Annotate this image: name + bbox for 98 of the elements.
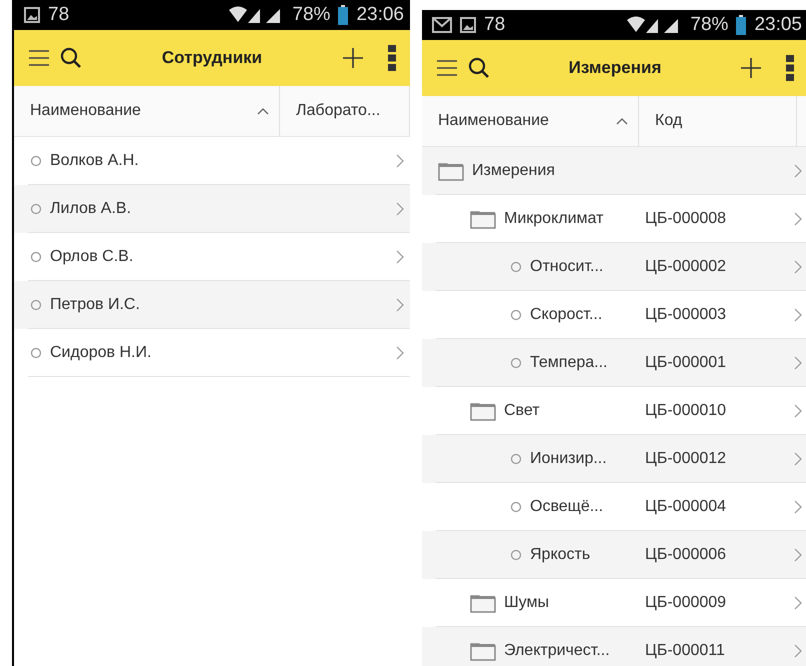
screen-title: Сотрудники [160, 48, 264, 68]
row-name: Волков А.Н. [50, 152, 139, 170]
list-row[interactable]: Ионизир... [422, 435, 639, 483]
chevron-right-icon[interactable] [396, 250, 404, 264]
chevron-right-icon[interactable] [794, 596, 802, 610]
folder-icon [470, 401, 496, 421]
more-icon[interactable] [388, 45, 396, 71]
folder-icon [470, 641, 496, 661]
circle-icon [30, 155, 42, 167]
battery-percent: 78% [690, 13, 728, 37]
list-row[interactable]: Сидоров Н.И. [14, 329, 380, 377]
circle-icon [30, 299, 42, 311]
chevron-right-icon[interactable] [794, 452, 802, 466]
code-cell-text: ЦБ-000003 [644, 305, 728, 325]
row-name: Микроклимат [504, 210, 604, 228]
list-row[interactable]: Темпера... [422, 339, 639, 387]
chevron-right-icon[interactable] [794, 356, 802, 370]
list-row[interactable]: Относит... [422, 243, 639, 291]
column-header[interactable]: Наименование [14, 86, 280, 136]
circle-icon [510, 501, 522, 513]
code-cell-text: ЦБ-000011 [644, 641, 726, 661]
code-cell-text: ЦБ-000009 [644, 593, 728, 613]
search-icon[interactable] [60, 47, 82, 69]
code-cell-text: ЦБ-000008 [644, 209, 728, 229]
list-row[interactable]: Яркость [422, 531, 639, 579]
row-name: Скорост... [530, 306, 602, 324]
column-header[interactable]: Наименование [422, 96, 639, 146]
column-header[interactable]: Лаборато... [280, 86, 410, 136]
row-name: Ионизир... [530, 450, 607, 468]
notification-count: 78 [48, 3, 70, 27]
row-name: Петров И.С. [50, 296, 140, 314]
column-header[interactable]: Код [639, 96, 797, 146]
chevron-right-icon[interactable] [794, 260, 802, 274]
folder-icon [438, 161, 464, 181]
code-cell-text: ЦБ-000010 [644, 401, 728, 421]
list-row[interactable]: Орлов С.В. [14, 233, 380, 281]
mail-icon [432, 17, 452, 33]
row-name: Сидоров Н.И. [50, 344, 152, 362]
folder-icon [470, 593, 496, 613]
chevron-right-icon[interactable] [396, 202, 404, 216]
circle-icon [30, 251, 42, 263]
circle-icon [30, 203, 42, 215]
code-cell-text: ЦБ-000001 [644, 353, 728, 373]
add-icon[interactable] [740, 57, 762, 79]
code-cell-text: ЦБ-000002 [644, 257, 728, 277]
clock-time: 23:05 [754, 13, 802, 37]
list-row[interactable]: Волков А.Н. [14, 137, 380, 185]
battery-icon [338, 5, 348, 25]
image-icon [24, 7, 40, 23]
chevron-right-icon[interactable] [794, 212, 802, 226]
circle-icon [510, 357, 522, 369]
list-row[interactable]: Электричест... [422, 627, 639, 666]
search-icon[interactable] [468, 57, 490, 79]
chevron-right-icon[interactable] [396, 154, 404, 168]
screen-title: Измерения [568, 58, 662, 78]
add-icon[interactable] [342, 47, 364, 69]
circle-icon [30, 347, 42, 359]
menu-icon[interactable] [28, 49, 50, 67]
chevron-right-icon[interactable] [794, 500, 802, 514]
row-name: Электричест... [504, 642, 610, 660]
menu-icon[interactable] [436, 59, 458, 77]
chevron-right-icon[interactable] [794, 644, 802, 658]
row-name: Шумы [504, 594, 549, 612]
chevron-right-icon[interactable] [794, 548, 802, 562]
row-name: Освещё... [530, 498, 604, 516]
row-name: Лилов А.В. [50, 200, 132, 218]
chevron-right-icon[interactable] [396, 346, 404, 360]
chevron-right-icon[interactable] [794, 404, 802, 418]
row-name: Относит... [530, 258, 604, 276]
sort-caret-icon [257, 107, 269, 115]
row-name: Измерения [472, 162, 555, 180]
list-row[interactable]: Микроклимат [422, 195, 639, 243]
list-row[interactable]: Освещё... [422, 483, 639, 531]
list-row[interactable]: Шумы [422, 579, 639, 627]
battery-icon [736, 15, 746, 35]
image-icon [460, 17, 476, 33]
list-row[interactable]: Скорост... [422, 291, 639, 339]
chevron-right-icon[interactable] [794, 164, 802, 178]
code-cell-text: ЦБ-000006 [644, 545, 728, 565]
circle-icon [510, 261, 522, 273]
chevron-right-icon[interactable] [396, 298, 404, 312]
circle-icon [510, 309, 522, 321]
folder-icon [470, 209, 496, 229]
row-name: Орлов С.В. [50, 248, 134, 266]
row-name: Темпера... [530, 354, 608, 372]
clock-time: 23:06 [356, 3, 404, 27]
circle-icon [510, 549, 522, 561]
more-icon[interactable] [786, 55, 794, 81]
battery-percent: 78% [292, 3, 330, 27]
row-name: Свет [504, 402, 540, 420]
sort-caret-icon [616, 117, 628, 125]
circle-icon [510, 453, 522, 465]
code-cell-text: ЦБ-000004 [644, 497, 728, 517]
row-name: Яркость [530, 546, 590, 564]
chevron-right-icon[interactable] [794, 308, 802, 322]
notification-count: 78 [484, 13, 506, 37]
list-row[interactable]: Свет [422, 387, 639, 435]
code-cell-text: ЦБ-000012 [644, 449, 728, 469]
